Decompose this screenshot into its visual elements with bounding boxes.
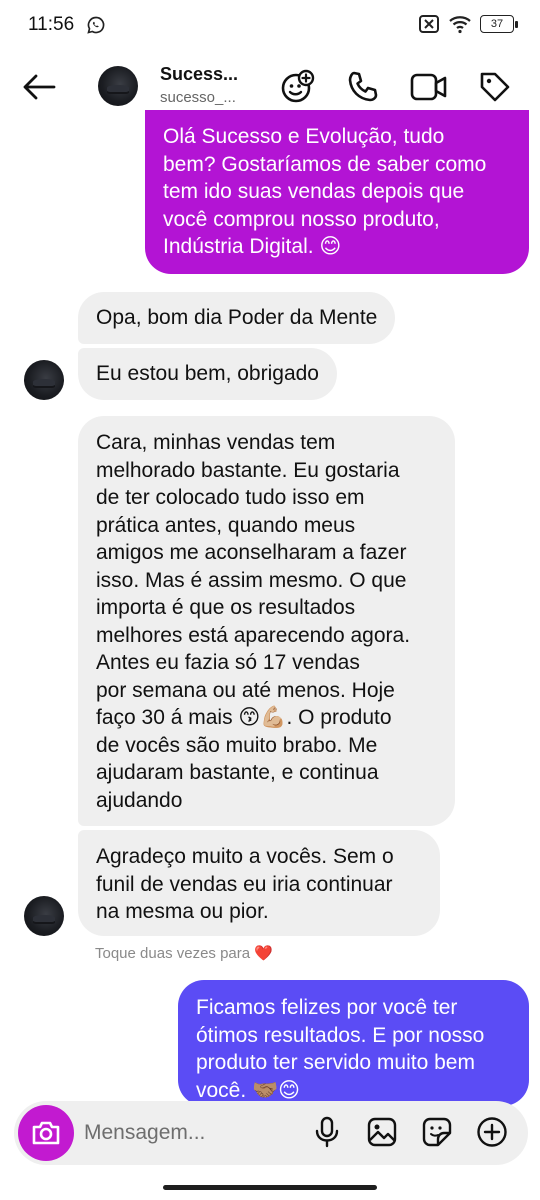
- tag-icon: [480, 72, 510, 102]
- message-bubble-incoming[interactable]: Agradeço muito a vocês. Sem o funil de v…: [78, 830, 440, 936]
- message-line: melhorado bastante. Eu gostaria: [96, 458, 400, 482]
- contact-handle[interactable]: sucesso_...: [160, 89, 250, 106]
- camera-icon: [32, 1121, 60, 1145]
- message-bubble-incoming[interactable]: Cara, minhas vendas tem melhorado bastan…: [78, 416, 455, 826]
- phone-icon: [348, 71, 378, 102]
- message-bubble-incoming[interactable]: Eu estou bem, obrigado: [78, 348, 337, 400]
- call-button[interactable]: [344, 68, 382, 106]
- sticker-icon: [422, 1117, 452, 1147]
- message-line: Indústria Digital. 😊: [163, 235, 342, 258]
- message-line: bem? Gostaríamos de saber como: [163, 152, 487, 176]
- label-button[interactable]: [476, 68, 514, 106]
- message-line: na mesma ou pior.: [96, 900, 269, 923]
- sender-avatar[interactable]: [24, 896, 64, 936]
- message-line: Agradeço muito a vocês. Sem o: [96, 845, 394, 868]
- effects-button[interactable]: [278, 68, 316, 106]
- battery-level: 37: [490, 18, 504, 30]
- message-bubble-incoming[interactable]: Opa, bom dia Poder da Mente: [78, 292, 396, 344]
- add-icon: [477, 1117, 507, 1147]
- whatsapp-icon: [87, 16, 105, 34]
- message-line: tem ido suas vendas depois que: [163, 180, 465, 203]
- message-line: prática antes, quando meus: [96, 513, 356, 537]
- status-time: 11:56: [28, 14, 75, 35]
- message-line: Cara, minhas vendas tem: [96, 431, 336, 454]
- message-input[interactable]: Mensagem...: [84, 1121, 205, 1145]
- message-line: de vocês são muito brabo. Me: [96, 733, 378, 757]
- hint-text: Toque duas vezes para: [95, 945, 251, 962]
- status-right-group: 37: [418, 14, 518, 34]
- contact-name[interactable]: Sucess...: [160, 64, 250, 85]
- more-button[interactable]: [475, 1115, 509, 1149]
- message-line: ajudando: [96, 788, 183, 812]
- status-bar: 11:56 37: [0, 0, 540, 52]
- heart-icon: ❤️: [254, 945, 273, 962]
- video-icon: [410, 73, 447, 101]
- wifi-icon: [449, 16, 471, 34]
- sim-off-icon: [419, 15, 439, 33]
- message-line: Eu estou bem, obrigado: [96, 362, 319, 385]
- message-line: você. 🤝🏽😊: [196, 1078, 301, 1102]
- microphone-icon: [315, 1116, 339, 1148]
- effects-icon: [281, 69, 315, 103]
- sticker-button[interactable]: [420, 1115, 454, 1149]
- video-call-button[interactable]: [410, 68, 448, 106]
- message-line: Ficamos felizes por você ter: [196, 996, 458, 1019]
- gallery-icon: [367, 1117, 397, 1147]
- message-line: funil de vendas eu iria continuar: [96, 872, 393, 896]
- message-line: faço 30 á mais 😙💪🏼. O produto: [96, 706, 392, 729]
- message-line: melhores está aparecendo agora.: [96, 623, 411, 647]
- message-line: Antes eu fazia só 17 vendas: [96, 651, 360, 674]
- contact-avatar[interactable]: [98, 66, 138, 106]
- message-line: você comprou nosso produto,: [163, 207, 440, 231]
- message-line: isso. Mas é assim mesmo. O que: [96, 568, 407, 592]
- sender-avatar[interactable]: [24, 360, 64, 400]
- message-line: amigos me aconselharam a fazer: [96, 541, 407, 564]
- message-line: Opa, bom dia Poder da Mente: [96, 306, 378, 329]
- message-line: produto ter servido muito bem: [196, 1051, 475, 1074]
- message-line: ajudaram bastante, e continua: [96, 761, 379, 784]
- message-line: ótimos resultados. E por nosso: [196, 1023, 485, 1047]
- home-indicator[interactable]: [163, 1185, 377, 1190]
- message-line: importa é que os resultados: [96, 596, 356, 619]
- message-line: de ter colocado tudo isso em: [96, 486, 365, 509]
- camera-button[interactable]: [18, 1105, 74, 1161]
- message-line: Olá Sucesso e Evolução, tudo: [163, 125, 445, 148]
- message-bubble-outgoing[interactable]: Olá Sucesso e Evolução, tudo bem? Gostar…: [145, 110, 529, 274]
- gallery-button[interactable]: [365, 1115, 399, 1149]
- voice-button[interactable]: [310, 1115, 344, 1149]
- message-line: por semana ou até menos. Hoje: [96, 678, 395, 702]
- back-button[interactable]: [18, 66, 60, 108]
- double-tap-hint: Toque duas vezes para ❤️: [95, 944, 273, 962]
- message-bubble-outgoing[interactable]: Ficamos felizes por você ter ótimos resu…: [178, 980, 529, 1106]
- message-composer: Mensagem...: [14, 1101, 528, 1165]
- battery-icon: 37: [480, 15, 518, 33]
- back-arrow-icon: [23, 74, 56, 100]
